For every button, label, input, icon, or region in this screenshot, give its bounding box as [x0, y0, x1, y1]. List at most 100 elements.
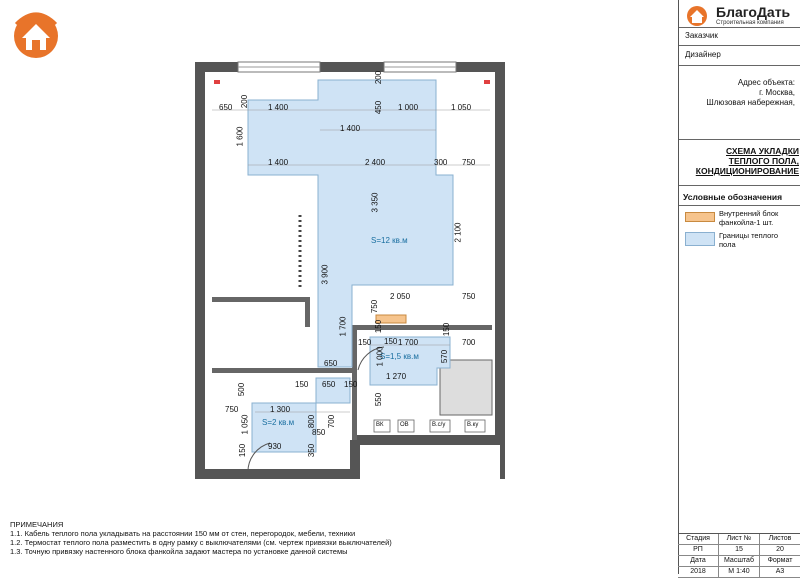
stamp-value: 2018 [678, 567, 719, 577]
dim-label: 700 [462, 338, 476, 347]
dim-label: 650 [322, 380, 336, 389]
dim-label: 930 [268, 442, 282, 451]
stamp-row: РП 15 20 [678, 545, 800, 556]
stamp-header: Масштаб [719, 556, 760, 566]
sheet-title-line: СХЕМА УКЛАДКИ [726, 146, 799, 156]
dim-label: 650 [324, 359, 338, 368]
sheet-title-line: ТЕПЛОГО ПОЛА, [728, 156, 799, 166]
stamp-value: А3 [775, 568, 785, 575]
area-label-main: S=12 кв.м [371, 236, 408, 245]
title-block: Заказчик Дизайнер Адрес объекта: г. Моск… [678, 0, 800, 574]
note-item: 1.3. Точную привязку настенного блока фа… [10, 547, 348, 556]
customer-label: Заказчик [685, 31, 718, 40]
heated-floor-legend-swatch [685, 232, 715, 246]
dim-label: 150 [295, 380, 309, 389]
appliance-label: ВК [376, 422, 384, 428]
brand-subtitle: Строительная компания [716, 20, 784, 26]
legend-text-line: Границы теплого [719, 231, 779, 240]
stamp-value: 20 [776, 546, 784, 553]
dim-label: 1 600 [235, 126, 245, 147]
stamp-row: 2018 М 1:40 А3 [678, 567, 800, 578]
brand-logo-icon [687, 6, 707, 26]
legend-text-line: пола [719, 240, 736, 249]
customer-cell: Заказчик [679, 28, 800, 46]
stamp-header: Стадия [678, 534, 719, 544]
address-cell: Адрес объекта: г. Москва, Шлюзовая набер… [679, 66, 800, 140]
stamp-row: Дата Масштаб Формат [678, 556, 800, 567]
notes-title: ПРИМЕЧАНИЯ [10, 520, 64, 529]
stamp-header: Формат [767, 557, 793, 564]
appliance-label: В.ку [467, 422, 479, 428]
brand-name: БлагоДать [716, 4, 791, 20]
dim-label: 750 [225, 405, 239, 414]
dim-label: 750 [462, 158, 476, 167]
dim-label: 1 400 [268, 158, 289, 167]
dim-label: 200 [240, 94, 250, 109]
designer-cell: Дизайнер [679, 46, 800, 66]
legend-title: Условные обозначения [683, 192, 783, 202]
address-line: Адрес объекта: [737, 78, 795, 87]
stamp-value: РП [678, 545, 719, 555]
dim-label: 3 900 [320, 264, 330, 285]
dim-label: 1 300 [270, 405, 291, 414]
dim-label: 650 [219, 103, 233, 112]
dim-label: 1 400 [340, 124, 361, 133]
dim-label: 750 [370, 299, 380, 314]
dim-label: 500 [237, 382, 247, 397]
stamp-header: Лист № [719, 534, 760, 544]
dim-label: 1 700 [338, 316, 348, 337]
dim-label: 300 [434, 158, 448, 167]
dim-label: 570 [440, 349, 450, 364]
area-label-wc: S=2 кв.м [262, 418, 295, 427]
dim-label: 800 [307, 414, 317, 429]
dim-label: 1 700 [398, 338, 419, 347]
legend-text: Внутренний блок фанкойла-1 шт. [719, 209, 778, 227]
legend-item-fancoil: Внутренний блок фанкойла-1 шт. [679, 206, 800, 228]
dim-label: 150 [442, 322, 452, 337]
legend-text: Границы теплого пола [719, 231, 778, 249]
dim-label: 350 [307, 443, 317, 458]
note-item: 1.1. Кабель теплого пола укладывать на р… [10, 529, 356, 538]
dim-label: 2 100 [453, 222, 463, 243]
dim-label: 150 [374, 319, 384, 334]
legend-text-line: фанкойла-1 шт. [719, 218, 774, 227]
dim-label: 1 000 [375, 346, 385, 367]
sheet-title-line: КОНДИЦИОНИРОВАНИЕ [695, 166, 799, 176]
stamp-row: Стадия Лист № Листов [678, 534, 800, 545]
appliance-label: В.с/у [432, 422, 446, 428]
fancoil-legend-swatch [685, 212, 715, 222]
dim-label: 2 050 [390, 292, 411, 301]
dim-label: 450 [374, 100, 384, 115]
dim-label: 150 [384, 337, 398, 346]
dim-label: 2 400 [365, 158, 386, 167]
dim-label: 150 [238, 443, 248, 458]
drawing-sheet: S=12 кв.м S=1,5 кв.м S=2 кв.м 650 1 400 … [0, 0, 800, 578]
dim-label: 850 [312, 428, 326, 437]
stamp-value: М 1:40 [719, 567, 760, 577]
floor-plan [195, 61, 505, 480]
address-line: Шлюзовая набережная, [706, 98, 795, 107]
notes-block: ПРИМЕЧАНИЯ 1.1. Кабель теплого пола укла… [10, 520, 392, 556]
dim-label: 750 [462, 292, 476, 301]
dim-label: 1 400 [268, 103, 289, 112]
stamp-header: Дата [678, 556, 719, 566]
legend-item-heated-floor: Границы теплого пола [679, 228, 800, 250]
dim-label: 150 [344, 380, 358, 389]
address-line: г. Москва, [759, 88, 795, 97]
legend-title-cell: Условные обозначения [679, 186, 800, 206]
stamp-table: Стадия Лист № Листов РП 15 20 Дата Масшт… [678, 533, 800, 578]
note-item: 1.2. Термостат теплого пола разместить в… [10, 538, 392, 547]
stamp-header: Листов [768, 535, 792, 542]
dim-label: 1 000 [398, 103, 419, 112]
dim-label: 1 050 [451, 103, 472, 112]
area-label-bath: S=1,5 кв.м [380, 352, 419, 361]
dim-label: 1 270 [386, 372, 407, 381]
appliance-label: ОВ [400, 422, 409, 428]
dim-label: 1 050 [240, 414, 250, 435]
designer-label: Дизайнер [685, 50, 721, 59]
stamp-value: 15 [719, 545, 760, 555]
legend-text-line: Внутренний блок [719, 209, 779, 218]
dim-label: 200 [374, 70, 384, 85]
dim-label: 150 [358, 338, 372, 347]
dim-label: 3 350 [370, 192, 380, 213]
